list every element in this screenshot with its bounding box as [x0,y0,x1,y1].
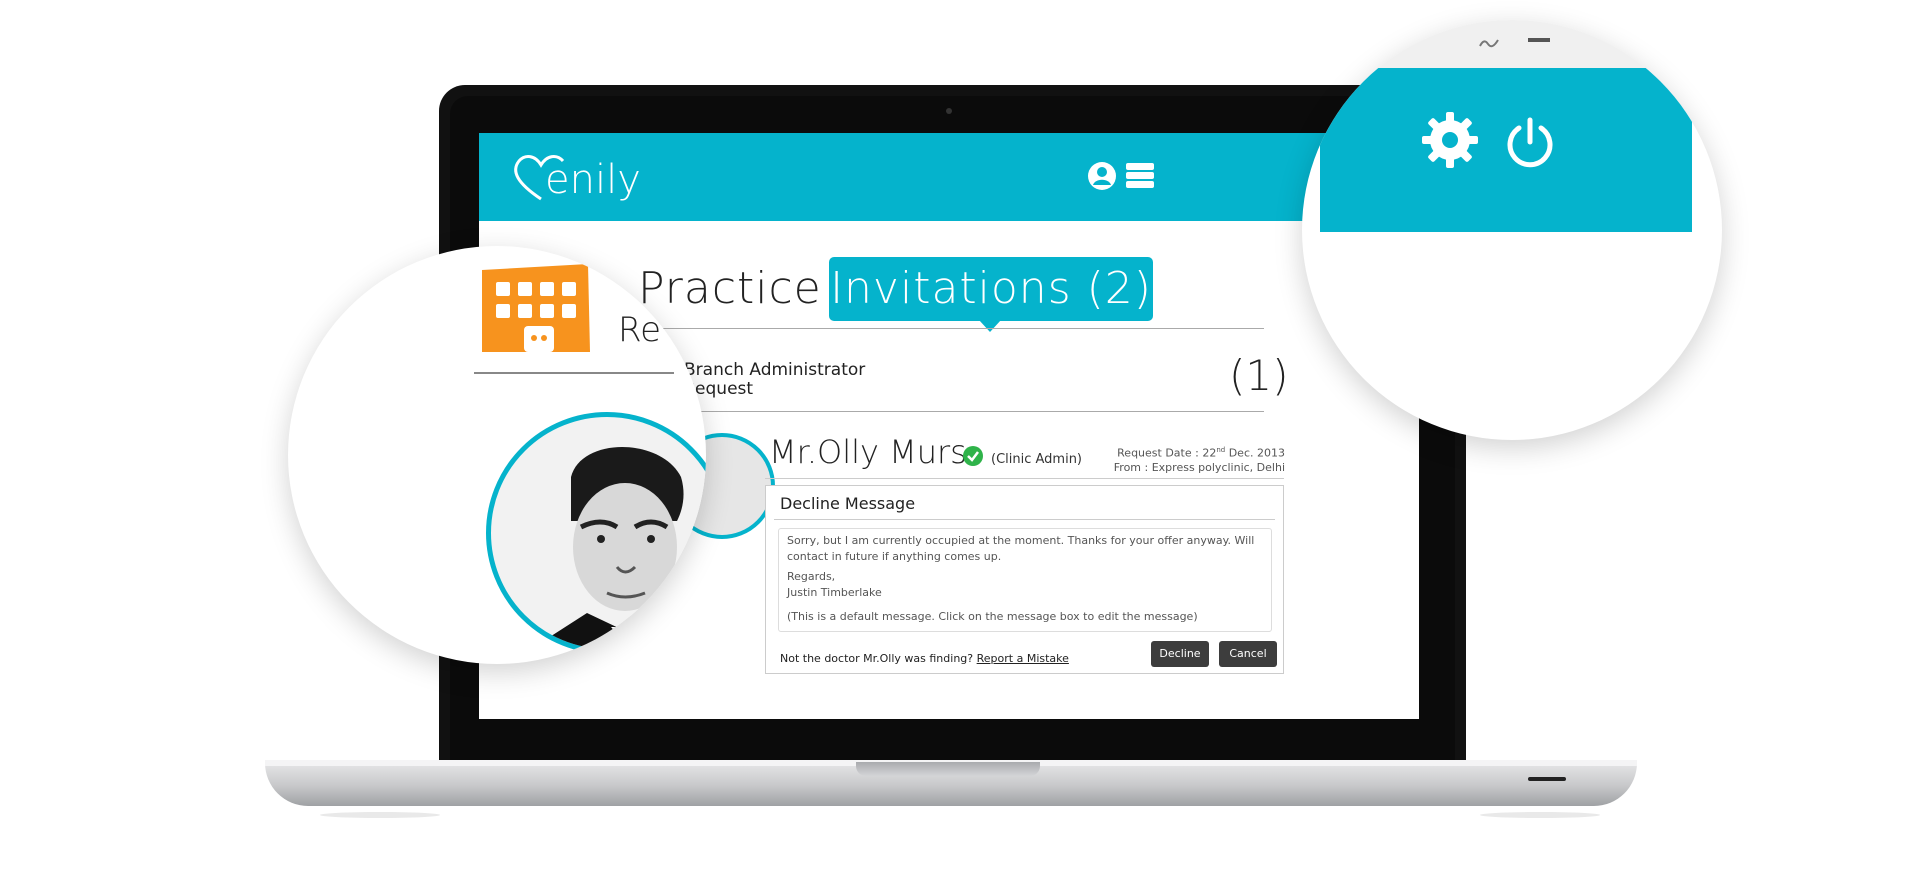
laptop-foot-right [1480,812,1600,818]
verified-icon [963,446,983,466]
report-mistake-link[interactable]: Report a Mistake [977,652,1069,665]
tab-invitations[interactable]: Invitations (2) [829,257,1153,321]
requester-avatar[interactable] [486,412,706,654]
request-from: From : Express polyclinic, Delhi [1113,460,1285,474]
user-icon[interactable] [1087,161,1117,191]
partial-heading-text: Re [618,310,662,350]
laptop-foot-left [320,812,440,818]
not-doctor-text: Not the doctor Mr.Olly was finding? [780,652,974,665]
panel-divider [774,519,1275,520]
message-signature: Justin Timberlake [787,586,882,599]
decline-button[interactable]: Decline [1151,641,1209,667]
gear-icon[interactable] [1420,110,1480,170]
tabs-divider [638,328,1264,329]
zoom-circle-left: Re [288,246,706,664]
requester-role: (Clinic Admin) [991,452,1083,467]
request-meta: Request Date : 22nd Dec. 2013 From : Exp… [1114,443,1285,475]
zoom-divider [474,372,674,374]
requester-name[interactable]: Mr.Olly Murs [769,433,967,471]
active-tab-pointer [979,320,1001,332]
app-logo[interactable]: enily [507,147,667,211]
message-text: Sorry, but I am currently occupied at th… [787,534,1255,563]
section-title-line2: Request [684,379,754,399]
cancel-button[interactable]: Cancel [1219,641,1277,667]
building-icon [482,264,590,352]
power-icon[interactable] [1502,114,1558,170]
window-titlebar [1302,20,1722,68]
section-title-line1: Branch Administrator [684,360,866,380]
decline-panel-title: Decline Message [780,494,916,513]
webcam [946,108,952,114]
not-doctor-row: Not the doctor Mr.Olly was finding? Repo… [780,652,1069,665]
app-header: enily [479,133,1419,221]
name-divider [765,478,1284,479]
request-date: Request Date : 22nd Dec. 2013 [1117,446,1285,460]
zoom-circle-right [1302,20,1722,440]
message-regards: Regards, [787,570,836,583]
tab-practice[interactable]: Practice [638,263,822,314]
laptop-sleep-led [1528,777,1566,781]
minimize-icon[interactable] [1528,38,1550,42]
request-count: (1) [1229,351,1289,400]
decline-message-box[interactable]: Sorry, but I am currently occupied at th… [778,528,1272,632]
server-icon[interactable] [1125,161,1155,191]
portrait-image [531,447,706,649]
section-title: Branch Administrator Request [684,361,865,399]
message-hint: (This is a default message. Click on the… [787,610,1198,623]
decline-panel: Decline Message Sorry, but I am currentl… [765,485,1284,674]
section-divider [649,411,1264,412]
restore-icon[interactable] [1478,36,1500,50]
laptop-opening-notch [856,762,1040,776]
logo-text: enily [545,157,641,203]
